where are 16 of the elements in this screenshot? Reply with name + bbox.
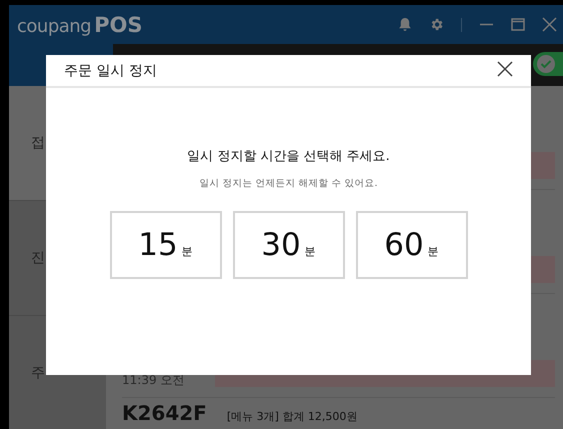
dialog-title: 주문 일시 정지 — [64, 62, 157, 80]
order-code: K2642F — [122, 402, 207, 424]
duration-option[interactable]: 30 분 — [232, 211, 344, 279]
dialog-message: 일시 정지할 시간을 선택해 주세요. — [187, 148, 390, 165]
toggle-switch[interactable] — [533, 52, 563, 76]
maximize-icon[interactable] — [511, 18, 525, 31]
close-icon[interactable] — [542, 17, 557, 32]
logo-product: POS — [94, 12, 142, 36]
order-time: 11:39 오전 — [122, 374, 186, 387]
dialog-hint: 일시 정지는 언제든지 해제할 수 있어요. — [199, 177, 378, 190]
duration-option[interactable]: 60 분 — [356, 211, 468, 279]
order-summary: [메뉴 3개] 합계 12,500원 — [226, 410, 358, 423]
duration-option[interactable]: 15 분 — [110, 211, 222, 279]
bell-icon[interactable] — [398, 17, 412, 32]
settings-icon[interactable] — [429, 17, 444, 32]
logo-brand: coupang — [17, 16, 92, 36]
